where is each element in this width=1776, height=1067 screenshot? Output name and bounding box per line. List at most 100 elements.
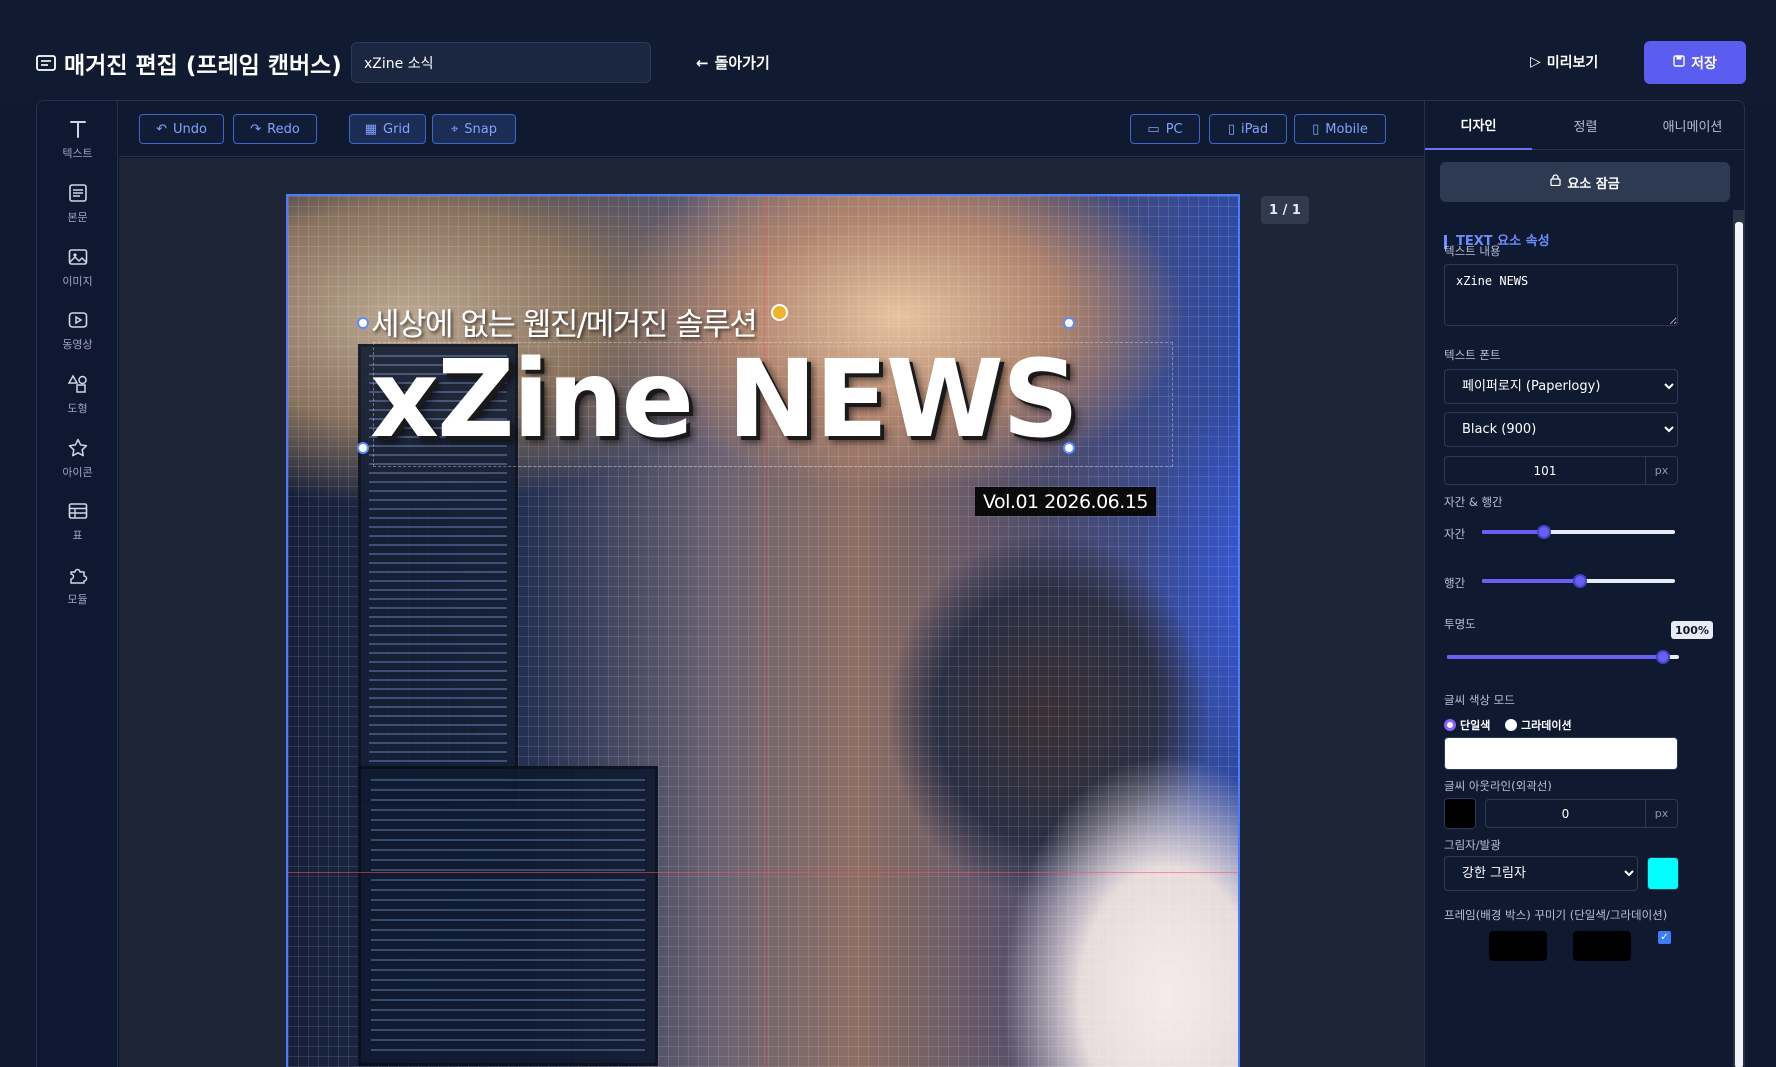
lock-icon (1550, 174, 1561, 190)
opacity-slider[interactable] (1447, 650, 1679, 664)
tool-icon-label: 아이콘 (62, 466, 93, 479)
opacity-knob[interactable] (1655, 650, 1670, 664)
save-button[interactable]: 저장 (1644, 41, 1746, 84)
tool-video-label: 동영상 (62, 338, 93, 351)
magazine-icon (36, 55, 56, 71)
grid-toggle[interactable]: ▦ Grid (349, 114, 426, 144)
arrow-left-icon: ← (696, 53, 709, 72)
shadow-select[interactable]: 강한 그림자 (1444, 856, 1638, 891)
frame-enable-checkbox[interactable]: ✓ (1658, 931, 1671, 944)
image-icon (68, 249, 87, 265)
snap-toggle[interactable]: ⌖ Snap (432, 114, 516, 144)
frame-color-swatch-1[interactable] (1489, 931, 1547, 961)
video-icon (68, 312, 87, 328)
rotate-handle[interactable] (771, 304, 788, 321)
tab-animation[interactable]: 애니메이션 (1639, 101, 1744, 150)
text-content-textarea[interactable]: xZine NEWS (1444, 264, 1678, 326)
selection-box (373, 342, 1173, 467)
puzzle-icon (69, 568, 87, 584)
preview-label: 미리보기 (1546, 55, 1599, 71)
line-height-knob[interactable] (1573, 574, 1588, 588)
lock-label: 요소 잠금 (1567, 176, 1620, 192)
font-size-input[interactable] (1444, 456, 1646, 485)
text-color-picker[interactable] (1444, 737, 1678, 770)
center-guide-vertical (764, 196, 765, 1067)
outline-width-unit: px (1646, 799, 1678, 828)
paragraph-icon (68, 184, 87, 202)
device-ipad-button[interactable]: ▯ iPad (1209, 114, 1287, 144)
color-mode-solid-label: 단일색 (1460, 719, 1491, 732)
volume-date-label[interactable]: Vol.01 2026.06.15 (975, 487, 1156, 516)
save-icon (1673, 54, 1685, 71)
letter-spacing-slider[interactable] (1482, 525, 1675, 539)
tool-image[interactable]: 이미지 (37, 246, 118, 308)
canvas-toolbar: ↶ Undo ↷ Redo ▦ Grid ⌖ Snap ▭ PC ▯ iPad ▯ Mobil… (119, 101, 1460, 157)
magnet-icon: ⌖ (450, 121, 459, 137)
resize-handle-top-right[interactable] (1063, 317, 1075, 329)
tool-paragraph[interactable]: 본문 (37, 182, 118, 244)
resize-handle-top-left[interactable] (357, 317, 369, 329)
panel-scrollbar[interactable] (1733, 210, 1744, 1067)
font-family-select[interactable]: 페이퍼로지 (Paperlogy) (1444, 369, 1678, 404)
tab-design[interactable]: 디자인 (1425, 101, 1532, 150)
opacity-value-badge: 100% (1671, 621, 1713, 639)
tool-table[interactable]: 표 (37, 500, 118, 562)
line-height-slider[interactable] (1482, 574, 1675, 588)
app-header: 매거진 편집 (프레임 캔버스) ← 돌아가기 ▷ 미리보기 저장 (0, 0, 1776, 100)
resize-handle-bottom-left[interactable] (357, 442, 369, 454)
redo-button[interactable]: ↷ Redo (233, 114, 317, 144)
shapes-icon (67, 374, 87, 393)
tool-table-label: 표 (72, 529, 83, 542)
lock-element-button[interactable]: 요소 잠금 (1440, 162, 1730, 202)
tab-align[interactable]: 정렬 (1532, 101, 1639, 150)
outline-width-input[interactable] (1485, 799, 1646, 828)
device-mobile-button[interactable]: ▯ Mobile (1294, 114, 1386, 144)
outline-color-picker[interactable] (1444, 798, 1476, 829)
tool-video[interactable]: 동영상 (37, 309, 118, 371)
font-weight-select[interactable]: Black (900) (1444, 412, 1678, 447)
tool-module-label: 모듈 (67, 593, 88, 606)
undo-icon: ↶ (156, 121, 167, 137)
background-photo-monitor (358, 766, 658, 1066)
line-height-label: 행간 (1444, 576, 1466, 590)
undo-label: Undo (172, 121, 207, 137)
magazine-artboard[interactable]: 세상에 없는 웹진/메거진 솔루션 xZine NEWS Vol.01 2026… (286, 194, 1240, 1067)
panel-tabs: 디자인 정렬 애니메이션 (1425, 101, 1744, 150)
font-size-unit: px (1646, 456, 1678, 485)
outline-width-field: px (1485, 799, 1678, 828)
frame-color-swatch-2[interactable] (1573, 931, 1631, 961)
table-icon (68, 503, 87, 519)
tool-text-label: 텍스트 (62, 147, 93, 160)
shadow-color-picker[interactable] (1647, 857, 1679, 890)
grid-icon: ▦ (364, 121, 377, 137)
undo-button[interactable]: ↶ Undo (139, 114, 224, 144)
color-mode-label: 글씨 색상 모드 (1444, 693, 1515, 707)
color-mode-solid-radio[interactable]: 단일색 (1444, 717, 1490, 733)
color-mode-gradient-radio[interactable]: 그라데이션 (1505, 717, 1572, 733)
resize-handle-bottom-right[interactable] (1063, 442, 1075, 454)
letter-spacing-knob[interactable] (1536, 525, 1551, 539)
radio-unchecked-icon (1505, 719, 1517, 731)
save-label: 저장 (1691, 55, 1717, 72)
tool-shapes-label: 도형 (67, 402, 88, 415)
color-mode-gradient-label: 그라데이션 (1521, 719, 1572, 732)
tool-module[interactable]: 모듈 (37, 564, 118, 626)
device-pc-button[interactable]: ▭ PC (1130, 114, 1200, 144)
shadow-label: 그림자/발광 (1444, 838, 1501, 852)
magazine-name-input[interactable] (351, 42, 651, 83)
properties-panel: 디자인 정렬 애니메이션 요소 잠금 TEXT 요소 속성 텍스트 내용 xZi… (1424, 101, 1744, 1067)
grid-label: Grid (383, 121, 411, 137)
phone-icon: ▯ (1312, 121, 1320, 137)
monitor-icon: ▭ (1147, 121, 1160, 137)
back-link[interactable]: ← 돌아가기 (696, 52, 770, 73)
mobile-label: Mobile (1325, 121, 1368, 137)
font-size-field: px (1444, 456, 1678, 485)
preview-button[interactable]: ▷ 미리보기 (1530, 52, 1598, 72)
tool-icon[interactable]: 아이콘 (37, 437, 118, 499)
tool-shapes[interactable]: 도형 (37, 373, 118, 435)
panel-scroll-thumb[interactable] (1735, 222, 1743, 1067)
center-guide-horizontal (288, 872, 1238, 873)
redo-icon: ↷ (250, 121, 262, 137)
text-content-label: 텍스트 내용 (1444, 244, 1501, 258)
tool-text[interactable]: 텍스트 (37, 118, 118, 180)
